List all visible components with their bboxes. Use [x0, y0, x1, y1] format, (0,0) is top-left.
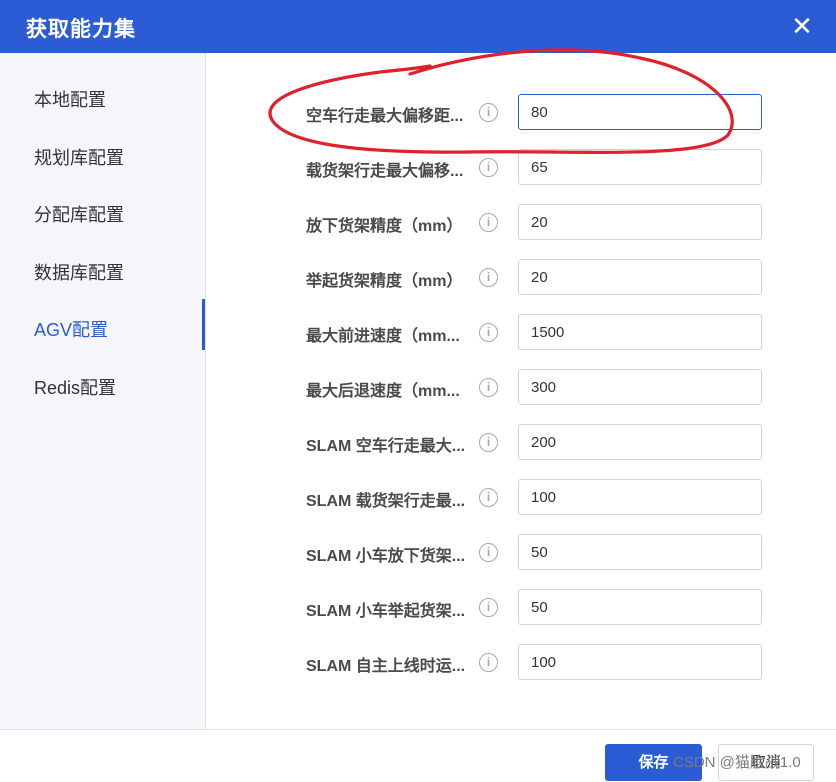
field-input[interactable] [518, 644, 762, 680]
close-icon[interactable]: ✕ [788, 12, 816, 40]
field-label: 最大后退速度（mm... [306, 383, 460, 400]
dialog-titlebar: 获取能力集 ✕ [0, 0, 836, 53]
field-label: SLAM 空车行走最大... [306, 438, 466, 455]
field-label: 举起货架精度（mm） [306, 273, 463, 290]
sidebar-item-local[interactable]: 本地配置 [34, 86, 106, 112]
field-label: 最大前进速度（mm... [306, 328, 460, 345]
field-label: 放下货架精度（mm） [306, 218, 463, 235]
info-circle-icon[interactable]: i [479, 488, 498, 507]
field-input[interactable] [518, 589, 762, 625]
field-input[interactable] [518, 259, 762, 295]
sidebar-active-indicator [202, 299, 205, 350]
field-input[interactable] [518, 479, 762, 515]
info-circle-icon[interactable]: i [479, 433, 498, 452]
info-circle-icon[interactable]: i [479, 323, 498, 342]
sidebar-item-redis[interactable]: Redis配置 [34, 374, 116, 400]
field-input[interactable] [518, 149, 762, 185]
info-circle-icon[interactable]: i [479, 653, 498, 672]
field-input[interactable] [518, 534, 762, 570]
sidebar-divider [205, 53, 206, 729]
field-label: SLAM 载货架行走最... [306, 493, 466, 510]
field-label: SLAM 自主上线时运... [306, 658, 466, 675]
info-circle-icon[interactable]: i [479, 543, 498, 562]
sidebar-item-allocation[interactable]: 分配库配置 [34, 201, 124, 227]
field-label: SLAM 小车举起货架... [306, 603, 466, 620]
field-input[interactable] [518, 314, 762, 350]
sidebar-item-agv[interactable]: AGV配置 [34, 316, 108, 342]
info-circle-icon[interactable]: i [479, 378, 498, 397]
field-input[interactable] [518, 204, 762, 240]
info-circle-icon[interactable]: i [479, 268, 498, 287]
field-label: 空车行走最大偏移距... [306, 108, 464, 125]
field-input[interactable] [518, 94, 762, 130]
field-label: 载货架行走最大偏移... [306, 163, 464, 180]
info-circle-icon[interactable]: i [479, 103, 498, 122]
sidebar-item-planning[interactable]: 规划库配置 [34, 144, 124, 170]
info-circle-icon[interactable]: i [479, 158, 498, 177]
field-label: SLAM 小车放下货架... [306, 548, 466, 565]
field-input[interactable] [518, 369, 762, 405]
info-circle-icon[interactable]: i [479, 598, 498, 617]
sidebar-item-database[interactable]: 数据库配置 [34, 259, 124, 285]
watermark: CSDN @猫脸战1.0 [673, 754, 801, 771]
dialog-title: 获取能力集 [26, 18, 136, 41]
field-input[interactable] [518, 424, 762, 460]
info-circle-icon[interactable]: i [479, 213, 498, 232]
